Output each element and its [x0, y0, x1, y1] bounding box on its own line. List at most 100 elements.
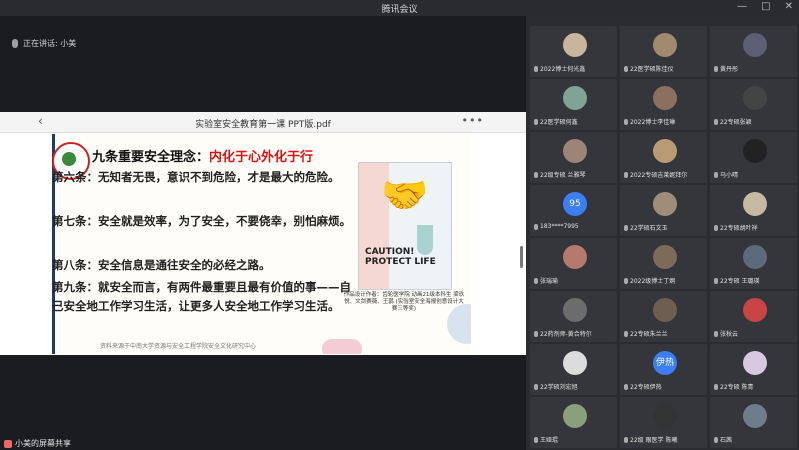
participant-tile[interactable]: 张秋云 — [710, 291, 797, 342]
participant-tile[interactable]: 2022级博士丁炯 — [620, 238, 707, 289]
participant-name: 2022级博士丁炯 — [630, 278, 676, 285]
close-icon[interactable]: ✕ — [785, 1, 793, 12]
participant-tile[interactable]: 马小晴 — [710, 132, 797, 183]
avatar: 95 — [563, 192, 587, 216]
microphone-icon — [534, 65, 538, 72]
microphone-icon — [714, 277, 718, 284]
avatar — [743, 404, 767, 428]
participant-tile[interactable]: 22医学硕何鑫 — [530, 79, 617, 130]
participant-name-row: 22医学硕何鑫 — [534, 117, 615, 126]
avatar — [563, 351, 587, 375]
microphone-icon — [624, 65, 628, 72]
avatar — [743, 298, 767, 322]
participant-name: 石茜 — [720, 437, 733, 444]
participant-tile[interactable]: 22级 眼医学 陈曦 — [620, 397, 707, 448]
avatar — [743, 33, 767, 57]
slide-page: 九条重要安全理念：内化于心外化于行 第六条：无知者无畏，意识不到危险，才是最大的… — [52, 134, 471, 354]
avatar — [563, 404, 587, 428]
participant-tile[interactable]: 王娅琨 — [530, 397, 617, 448]
avatar — [743, 86, 767, 110]
participant-name: 2022博士何光鑫 — [540, 66, 586, 73]
rule-seven: 第七条：安全就是效率，为了安全，不要侥幸，别怕麻烦。 — [52, 214, 351, 228]
participant-tile[interactable]: 2022博士何光鑫 — [530, 26, 617, 77]
microphone-icon — [534, 277, 538, 284]
microphone-icon — [534, 436, 538, 443]
bottom-bar: 小美的屏幕共享 — [0, 436, 526, 450]
participant-tile[interactable]: 22药剂师-黄合特尔 — [530, 291, 617, 342]
participant-name-row: 2022级博士丁炯 — [624, 276, 705, 285]
participant-name: 王娅琨 — [540, 437, 559, 444]
participant-name-row: 22级 眼医学 陈曦 — [624, 435, 705, 444]
poster-caution-text: CAUTION! PROTECT LIFE — [365, 247, 436, 267]
participant-tile[interactable]: 22专硕朱兰兰 — [620, 291, 707, 342]
screen-share-icon — [4, 439, 12, 448]
participant-name-row: 22级专硕 兰雅琴 — [534, 170, 615, 179]
participant-name-row: 22专硕胡叶祥 — [714, 223, 795, 232]
participant-name-row: 张瑞瑜 — [534, 276, 615, 285]
source-note: 资料来源于中南大学资源与安全工程学院安全文化研究中心 — [100, 343, 257, 350]
participant-name-row: 183****7995 — [534, 223, 615, 230]
avatar — [653, 404, 677, 428]
avatar — [563, 139, 587, 163]
participant-tile[interactable]: 22专硕胡叶祥 — [710, 185, 797, 236]
participant-gallery: 2022博士何光鑫 22医学硕陈佳仪 黄丹彤 22医学硕何鑫 2022博士李佳琳 22专硕… — [526, 16, 799, 450]
microphone-icon — [534, 330, 538, 337]
participant-name: 张秋云 — [720, 331, 739, 338]
participant-tile[interactable]: 2022博士李佳琳 — [620, 79, 707, 130]
microphone-icon — [12, 39, 18, 48]
microphone-icon — [534, 118, 538, 125]
avatar — [653, 33, 677, 57]
participant-tile[interactable]: 伊热 22专硕伊热 — [620, 344, 707, 395]
microphone-icon — [534, 171, 538, 178]
participant-name: 22专硕张颖 — [720, 119, 752, 126]
participant-name: 马小晴 — [720, 172, 739, 179]
participant-tile[interactable]: 黄丹彤 — [710, 26, 797, 77]
participant-name-row: 2022博士何光鑫 — [534, 64, 615, 73]
microphone-icon — [714, 224, 718, 231]
screen-share-indicator[interactable]: 小美的屏幕共享 — [4, 438, 71, 449]
participant-tile[interactable]: 22专硕 王璐瑛 — [710, 238, 797, 289]
avatar — [743, 351, 767, 375]
participant-tile[interactable]: 2022专硕吉莱妮拜尔 — [620, 132, 707, 183]
participant-tile[interactable]: 22专硕 陈青 — [710, 344, 797, 395]
pdf-viewer: ‹ 实验室安全教育第一课 PPT版.pdf ••• 九条重要安全理念：内化于心外… — [0, 112, 526, 355]
participant-tile[interactable]: 石茜 — [710, 397, 797, 448]
participant-tile[interactable]: 22学硕石文玉 — [620, 185, 707, 236]
participant-name-row: 22学硕刘宏旭 — [534, 382, 615, 391]
avatar — [653, 86, 677, 110]
safety-poster-image: 🤝 CAUTION! PROTECT LIFE — [358, 162, 452, 290]
participant-tile[interactable]: 22级专硕 兰雅琴 — [530, 132, 617, 183]
scrollbar[interactable] — [520, 246, 523, 268]
microphone-icon — [624, 330, 628, 337]
microphone-icon — [534, 383, 538, 390]
microphone-icon — [714, 65, 718, 72]
heading-prefix: 九条重要安全理念： — [92, 150, 210, 165]
participant-tile[interactable]: 22专硕张颖 — [710, 79, 797, 130]
window-title: 腾讯会议 — [381, 5, 418, 15]
participant-tile[interactable]: 22医学硕陈佳仪 — [620, 26, 707, 77]
more-dots-icon[interactable]: ••• — [462, 114, 484, 127]
participant-name-row: 22专硕 王璐瑛 — [714, 276, 795, 285]
participant-name-row: 石茜 — [714, 435, 795, 444]
participant-name: 22学硕石文玉 — [630, 225, 668, 232]
rule-nine: 第九条：就安全而言，有两件最重要且最有价值的事——自己安全地工作学习生活，让更多… — [52, 280, 351, 313]
poster-caption: 作品设计作者：齿轮医学院 动画21级本科生 梁玖悦、文剑赛薇、王鹊 (实验室安全… — [343, 292, 465, 312]
maximize-icon[interactable]: □ — [761, 1, 770, 12]
microphone-icon — [714, 383, 718, 390]
participant-tile[interactable]: 张瑞瑜 — [530, 238, 617, 289]
avatar — [743, 139, 767, 163]
minimize-icon[interactable]: — — [737, 1, 747, 12]
avatar — [653, 139, 677, 163]
participant-name-row: 22药剂师-黄合特尔 — [534, 329, 615, 338]
participant-name: 22专硕胡叶祥 — [720, 225, 758, 232]
avatar: 伊热 — [653, 351, 677, 375]
participant-name-row: 22专硕张颖 — [714, 117, 795, 126]
document-title: 实验室安全教育第一课 PPT版.pdf — [195, 120, 331, 130]
participant-name: 22级专硕 兰雅琴 — [540, 172, 586, 179]
participant-tile[interactable]: 22学硕刘宏旭 — [530, 344, 617, 395]
participant-tile[interactable]: 95 183****7995 — [530, 185, 617, 236]
microphone-icon — [624, 118, 628, 125]
participant-name: 183****7995 — [540, 223, 579, 230]
participant-name-row: 22专硕朱兰兰 — [624, 329, 705, 338]
microphone-icon — [714, 171, 718, 178]
